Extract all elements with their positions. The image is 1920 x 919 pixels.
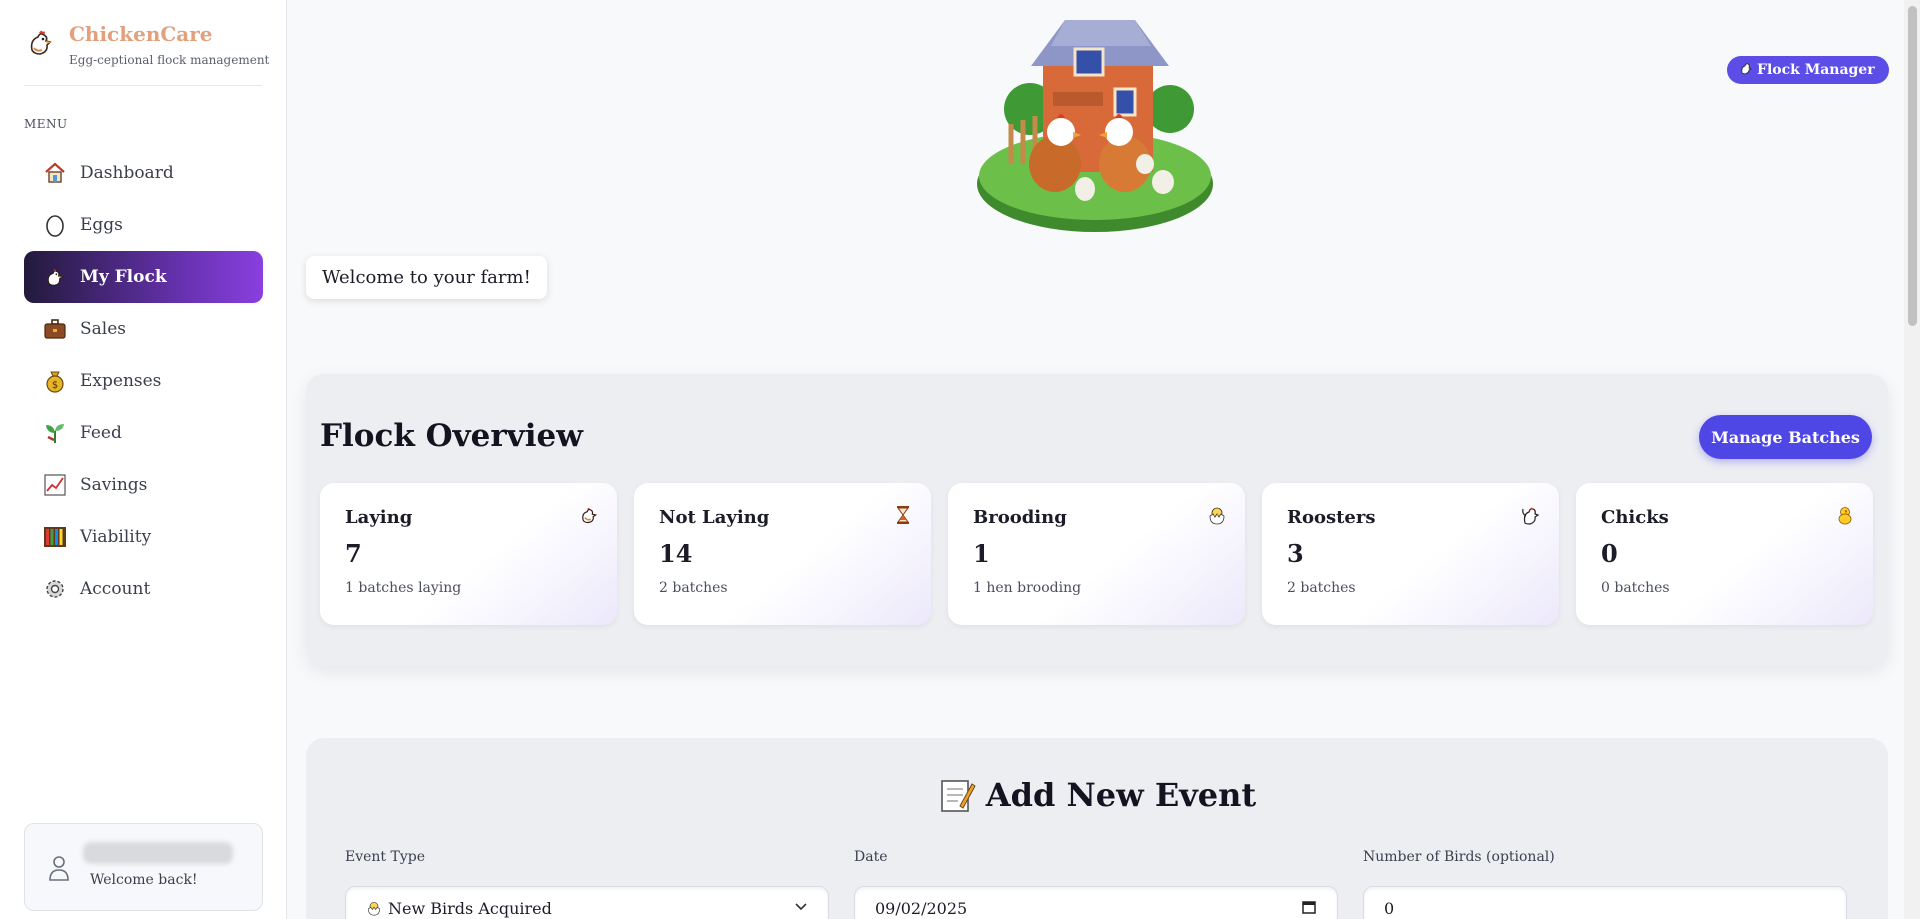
sidebar-item-sales[interactable]: Sales: [24, 303, 263, 355]
stat-card-chicks: Chicks 0 0 batches: [1576, 483, 1873, 625]
sidebar-item-my-flock[interactable]: My Flock: [24, 251, 263, 303]
sidebar: ChickenCare Egg-ceptional flock manageme…: [0, 0, 287, 919]
role-badge-label: Flock Manager: [1757, 62, 1875, 78]
farm-illustration: [977, 20, 1213, 232]
event-title-row: Add New Event: [306, 776, 1888, 814]
chicken-logo-icon: [30, 30, 52, 55]
sidebar-nav: Dashboard Eggs My Flock Sales $ Expenses: [24, 147, 263, 615]
sidebar-item-label: Viability: [80, 527, 152, 547]
stat-value: 3: [1287, 539, 1304, 568]
role-badge: Flock Manager: [1727, 56, 1889, 84]
sidebar-item-label: Eggs: [80, 215, 123, 235]
stat-title: Roosters: [1287, 507, 1376, 528]
sidebar-item-label: Account: [80, 579, 151, 599]
stat-card-laying: Laying 7 1 batches laying: [320, 483, 617, 625]
sidebar-item-savings[interactable]: Savings: [24, 459, 263, 511]
user-card[interactable]: Welcome back!: [24, 823, 263, 911]
date-value: 09/02/2025: [875, 898, 968, 918]
hatching-chick-icon: [366, 900, 382, 916]
chevron-down-icon: [795, 903, 807, 911]
birds-count-input[interactable]: 0: [1363, 886, 1847, 919]
add-event-panel: Add New Event Event Type New Birds Acqui…: [306, 738, 1888, 919]
calendar-icon[interactable]: [1301, 899, 1317, 915]
sidebar-item-label: Feed: [80, 423, 122, 443]
brand-tagline: Egg-ceptional flock management: [69, 53, 270, 67]
stat-subtitle: 2 batches: [1287, 580, 1356, 596]
brand: ChickenCare Egg-ceptional flock manageme…: [24, 22, 269, 86]
sidebar-item-viability[interactable]: Viability: [24, 511, 263, 563]
stat-title: Laying: [345, 507, 413, 528]
sidebar-item-feed[interactable]: Feed: [24, 407, 263, 459]
sidebar-item-account[interactable]: Account: [24, 563, 263, 615]
brand-name: ChickenCare: [69, 22, 213, 46]
overview-title: Flock Overview: [320, 418, 583, 454]
sidebar-item-label: Sales: [80, 319, 127, 339]
house-icon: [42, 160, 68, 186]
user-icon: [49, 856, 69, 881]
rooster-icon: [1522, 507, 1540, 525]
hatching-chick-icon: [1209, 507, 1225, 525]
stat-subtitle: 1 batches laying: [345, 580, 462, 596]
stat-subtitle: 1 hen brooding: [973, 580, 1082, 596]
chick-icon: [1838, 507, 1852, 525]
sidebar-item-label: Expenses: [80, 371, 162, 391]
stat-card-roosters: Roosters 3 2 batches: [1262, 483, 1559, 625]
scrollbar[interactable]: [1904, 0, 1920, 919]
event-type-label: Event Type: [345, 849, 426, 865]
birds-count-value: 0: [1384, 898, 1395, 918]
date-input[interactable]: 09/02/2025: [854, 886, 1338, 919]
event-title: Add New Event: [985, 776, 1257, 814]
user-name-redacted: [83, 842, 233, 864]
stat-subtitle: 2 batches: [659, 580, 728, 596]
chicken-icon: [42, 264, 68, 290]
chart-icon: [42, 472, 68, 498]
sidebar-item-expenses[interactable]: $ Expenses: [24, 355, 263, 407]
welcome-message: Welcome to your farm!: [306, 256, 547, 299]
briefcase-icon: [42, 316, 68, 342]
gear-icon: [42, 576, 68, 602]
manage-batches-button[interactable]: Manage Batches: [1699, 415, 1872, 459]
event-type-value: New Birds Acquired: [388, 898, 552, 918]
menu-label: MENU: [24, 117, 68, 131]
date-label: Date: [854, 849, 888, 865]
stat-value: 1: [973, 539, 990, 568]
user-welcome: Welcome back!: [90, 872, 198, 888]
stat-card-brooding: Brooding 1 1 hen brooding: [948, 483, 1245, 625]
stat-value: 7: [345, 539, 362, 568]
chicken-icon: [582, 507, 598, 524]
stat-title: Not Laying: [659, 507, 770, 528]
sidebar-item-label: Savings: [80, 475, 148, 495]
stat-value: 14: [659, 539, 693, 568]
sidebar-item-label: Dashboard: [80, 163, 174, 183]
stat-title: Chicks: [1601, 507, 1669, 528]
sidebar-item-dashboard[interactable]: Dashboard: [24, 147, 263, 199]
svg-text:$: $: [52, 380, 58, 391]
birds-label: Number of Birds (optional): [1363, 849, 1555, 865]
flock-overview: Flock Overview Manage Batches Laying 7 1…: [306, 374, 1888, 666]
sidebar-item-eggs[interactable]: Eggs: [24, 199, 263, 251]
money-bag-icon: $: [42, 368, 68, 394]
stat-value: 0: [1601, 539, 1618, 568]
rooster-icon: [1739, 61, 1753, 79]
hourglass-icon: [897, 506, 909, 524]
abacus-icon: [42, 524, 68, 550]
stat-card-not-laying: Not Laying 14 2 batches: [634, 483, 931, 625]
egg-icon: [42, 212, 68, 238]
stat-subtitle: 0 batches: [1601, 580, 1670, 596]
stat-title: Brooding: [973, 507, 1067, 528]
sprout-icon: [42, 420, 68, 446]
sidebar-item-label: My Flock: [80, 267, 167, 287]
memo-icon: [940, 780, 976, 812]
scrollbar-thumb[interactable]: [1908, 6, 1917, 326]
event-type-select[interactable]: New Birds Acquired: [345, 886, 829, 919]
